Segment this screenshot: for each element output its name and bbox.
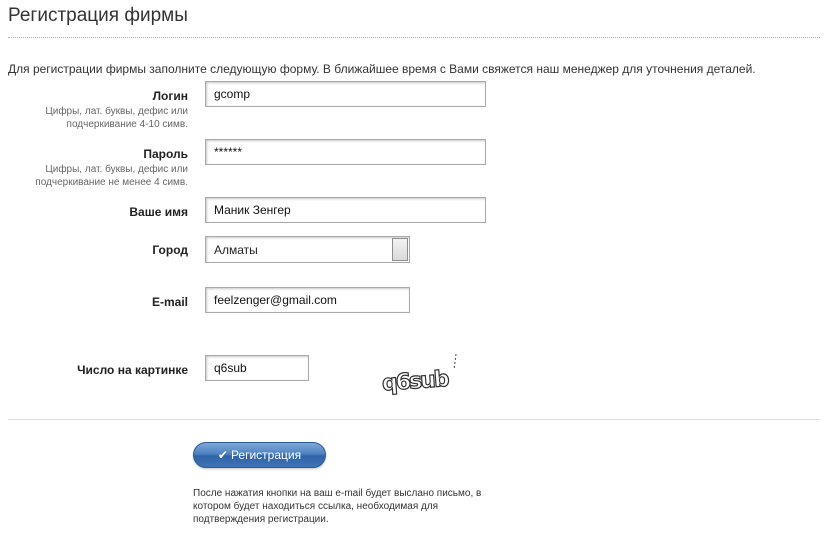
city-select[interactable]: Алматы — [205, 236, 410, 263]
register-button-label: Регистрация — [230, 448, 302, 462]
intro-text: Для регистрации фирмы заполните следующу… — [8, 62, 756, 76]
captcha-label: Число на картинке — [77, 363, 188, 377]
city-select-value: Алматы — [214, 243, 258, 257]
password-label: Пароль — [143, 147, 188, 161]
email-label: E-mail — [151, 295, 188, 309]
registration-page: Регистрация фирмы Для регистрации фирмы … — [0, 0, 826, 539]
captcha-image: q6sub — [381, 353, 457, 396]
register-button[interactable]: ✔ Регистрация — [193, 442, 326, 468]
captcha-text: q6sub — [381, 367, 449, 396]
dropdown-button[interactable] — [392, 238, 408, 261]
title-divider — [8, 37, 820, 38]
check-icon: ✔ — [217, 448, 228, 462]
page-title: Регистрация фирмы — [8, 5, 188, 26]
login-input[interactable]: gcomp — [205, 81, 486, 107]
captcha-input[interactable]: q6sub — [205, 355, 309, 381]
password-input[interactable]: ****** — [205, 139, 486, 165]
name-input[interactable]: Маник Зенгер — [205, 197, 486, 223]
email-input[interactable]: feelzenger@gmail.com — [205, 287, 410, 313]
confirmation-note: После нажатия кнопки на ваш e-mail будет… — [193, 488, 482, 525]
city-label: Город — [152, 243, 188, 257]
login-hint: Цифры, лат. буквы, дефис или подчеркиван… — [45, 106, 188, 130]
login-label: Логин — [152, 89, 188, 103]
name-label: Ваше имя — [129, 205, 188, 219]
form-divider — [8, 419, 820, 420]
password-hint: Цифры, лат. буквы, дефис или подчеркиван… — [35, 164, 188, 188]
